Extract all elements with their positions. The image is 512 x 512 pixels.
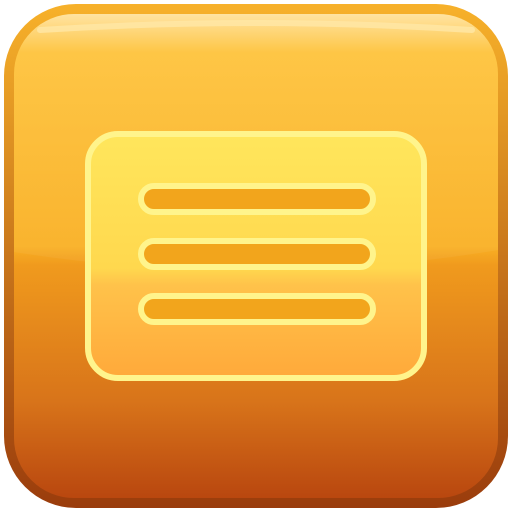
list-line-2 — [138, 238, 376, 270]
list-glyph — [85, 131, 427, 381]
list-line-3 — [138, 293, 376, 325]
menu-app-icon[interactable] — [0, 0, 512, 512]
list-line-1 — [138, 183, 376, 215]
app-icon-stage — [0, 0, 512, 512]
